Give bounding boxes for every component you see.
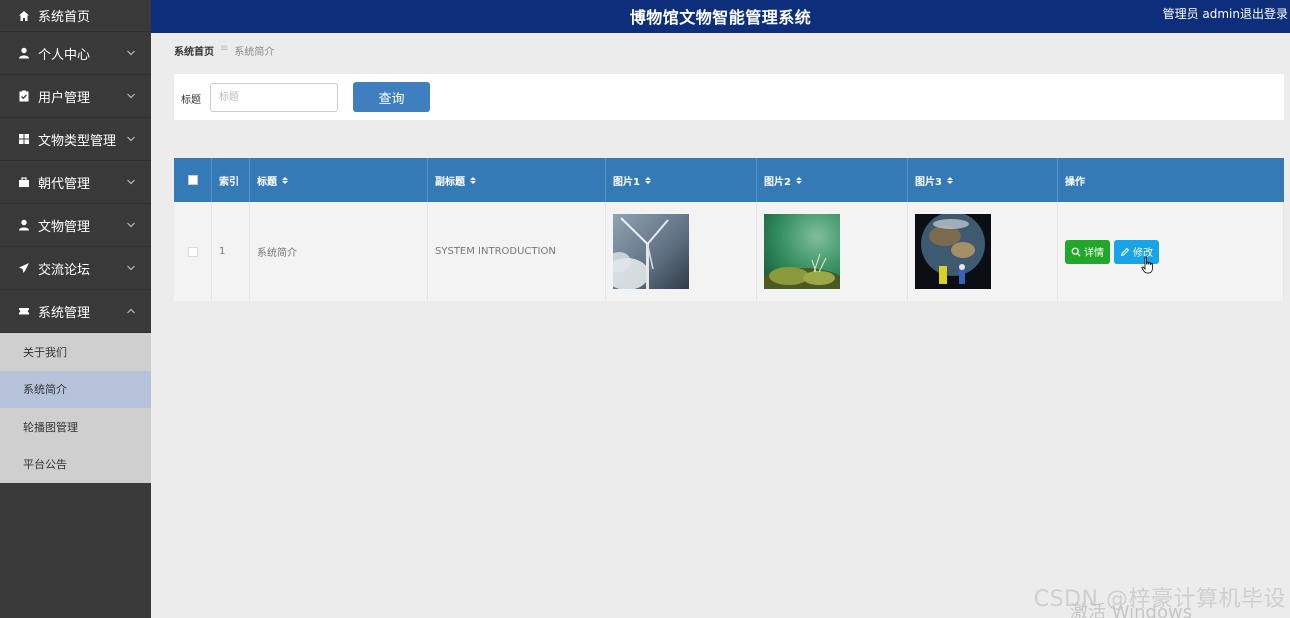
- row-checkbox[interactable]: [187, 246, 198, 257]
- send-icon: [17, 262, 30, 275]
- windows-activation-watermark: 激活 Windows: [1070, 602, 1193, 618]
- column-header-image2[interactable]: 图片2: [757, 158, 908, 202]
- sidebar-item-system-management[interactable]: 系统管理: [0, 290, 151, 333]
- sort-icon[interactable]: [282, 176, 288, 184]
- earth-astronaut-image[interactable]: [915, 214, 991, 289]
- sidebar-item-user-management[interactable]: 用户管理: [0, 75, 151, 118]
- detail-button-label: 详情: [1084, 248, 1104, 259]
- moss-plant-image[interactable]: [764, 214, 840, 289]
- submenu-item-system-intro[interactable]: 系统简介: [0, 370, 151, 408]
- column-header-subtitle[interactable]: 副标题: [428, 158, 606, 202]
- actions-cell: 详情 修改: [1058, 202, 1284, 301]
- user-icon: [17, 219, 30, 232]
- data-table: 索引 标题 副标题 图片1 图片2 图片3 操作 1 系统简介 SYSTEM I…: [174, 158, 1284, 301]
- sidebar-item-label: 文物类型管理: [38, 133, 117, 149]
- sidebar-item-relic-type-management[interactable]: 文物类型管理: [0, 118, 151, 161]
- chevron-up-icon: [126, 307, 135, 316]
- chevron-down-icon: [126, 178, 135, 187]
- wind-turbine-image[interactable]: [613, 214, 689, 289]
- sort-icon[interactable]: [644, 176, 651, 184]
- column-header-actions: 操作: [1058, 158, 1284, 202]
- clipboard-icon: [17, 90, 30, 103]
- sidebar-item-label: 个人中心: [38, 47, 91, 63]
- sort-icon[interactable]: [795, 176, 802, 184]
- sort-icon[interactable]: [470, 176, 476, 184]
- ticket-icon: [17, 305, 30, 318]
- image2-cell: [757, 202, 908, 301]
- detail-button[interactable]: 详情: [1065, 239, 1110, 264]
- column-header-image1[interactable]: 图片1: [606, 158, 757, 202]
- breadcrumb-separator: ≡: [220, 43, 229, 54]
- submenu-item-platform-notice[interactable]: 平台公告: [0, 446, 151, 484]
- column-label: 标题: [257, 176, 277, 188]
- logout-link[interactable]: 退出登录: [1240, 5, 1288, 22]
- table-header: 索引 标题 副标题 图片1 图片2 图片3 操作: [174, 158, 1284, 202]
- user-icon: [17, 47, 30, 60]
- home-icon: [17, 9, 30, 22]
- sidebar-item-label: 文物管理: [38, 219, 91, 235]
- sidebar-item-personal-center[interactable]: 个人中心: [0, 32, 151, 75]
- grid-icon: [17, 133, 30, 146]
- search-icon: [1071, 247, 1081, 256]
- breadcrumb-home[interactable]: 系统首页: [174, 43, 214, 58]
- sidebar: 系统首页 个人中心 用户管理 文物类型管理 朝代管理 文物管理 交流论坛 系统管…: [0, 0, 151, 618]
- admin-label: 管理员 admin: [1162, 7, 1240, 21]
- column-label: 图片2: [764, 176, 791, 188]
- column-label: 图片1: [613, 176, 640, 188]
- submenu-item-about-us[interactable]: 关于我们: [0, 333, 151, 371]
- select-all-checkbox[interactable]: [187, 175, 198, 185]
- column-header-index: 索引: [212, 158, 250, 202]
- sidebar-item-relic-management[interactable]: 文物管理: [0, 204, 151, 247]
- column-header-title[interactable]: 标题: [250, 158, 428, 202]
- app-title: 博物馆文物智能管理系统: [629, 8, 812, 27]
- index-cell: 1: [212, 202, 250, 301]
- sidebar-item-home[interactable]: 系统首页: [0, 0, 151, 32]
- sidebar-item-label: 系统首页: [38, 10, 91, 25]
- row-select-cell: [174, 202, 212, 301]
- top-header: 博物馆文物智能管理系统 管理员 admin 退出登录: [151, 0, 1290, 33]
- image3-cell: [908, 202, 1058, 301]
- column-label: 副标题: [435, 176, 465, 188]
- sidebar-item-label: 朝代管理: [38, 176, 91, 192]
- chevron-down-icon: [126, 49, 135, 58]
- column-label: 图片3: [915, 176, 942, 188]
- chevron-down-icon: [126, 221, 135, 230]
- column-header-image3[interactable]: 图片3: [908, 158, 1058, 202]
- chevron-down-icon: [126, 135, 135, 144]
- sidebar-item-forum[interactable]: 交流论坛: [0, 247, 151, 290]
- query-button[interactable]: 查询: [353, 82, 430, 112]
- briefcase-icon: [17, 176, 30, 189]
- title-cell: 系统简介: [250, 202, 428, 301]
- subtitle-cell: SYSTEM INTRODUCTION: [428, 202, 606, 301]
- image1-cell: [606, 202, 757, 301]
- sidebar-item-label: 用户管理: [38, 90, 91, 106]
- pencil-icon: [1120, 247, 1130, 256]
- sidebar-item-label: 系统管理: [38, 305, 91, 321]
- title-search-input[interactable]: [210, 83, 338, 112]
- table-row: 1 系统简介 SYSTEM INTRODUCTION 详情 修改: [174, 202, 1284, 301]
- breadcrumb: 系统首页 ≡ 系统简介: [174, 43, 274, 58]
- chevron-down-icon: [126, 264, 135, 273]
- system-management-submenu: 关于我们 系统简介 轮播图管理 平台公告: [0, 333, 151, 483]
- column-label: 索引: [219, 176, 239, 188]
- search-label: 标题: [181, 95, 201, 106]
- submenu-item-carousel-management[interactable]: 轮播图管理: [0, 408, 151, 446]
- sort-icon[interactable]: [946, 176, 953, 184]
- column-label: 操作: [1065, 176, 1085, 188]
- sidebar-item-label: 交流论坛: [38, 262, 91, 278]
- sidebar-item-dynasty-management[interactable]: 朝代管理: [0, 161, 151, 204]
- hand-cursor-icon: [1141, 256, 1153, 274]
- search-panel: 标题 查询: [174, 74, 1284, 120]
- breadcrumb-current: 系统简介: [234, 47, 275, 58]
- select-all-cell: [174, 158, 212, 202]
- chevron-down-icon: [126, 92, 135, 101]
